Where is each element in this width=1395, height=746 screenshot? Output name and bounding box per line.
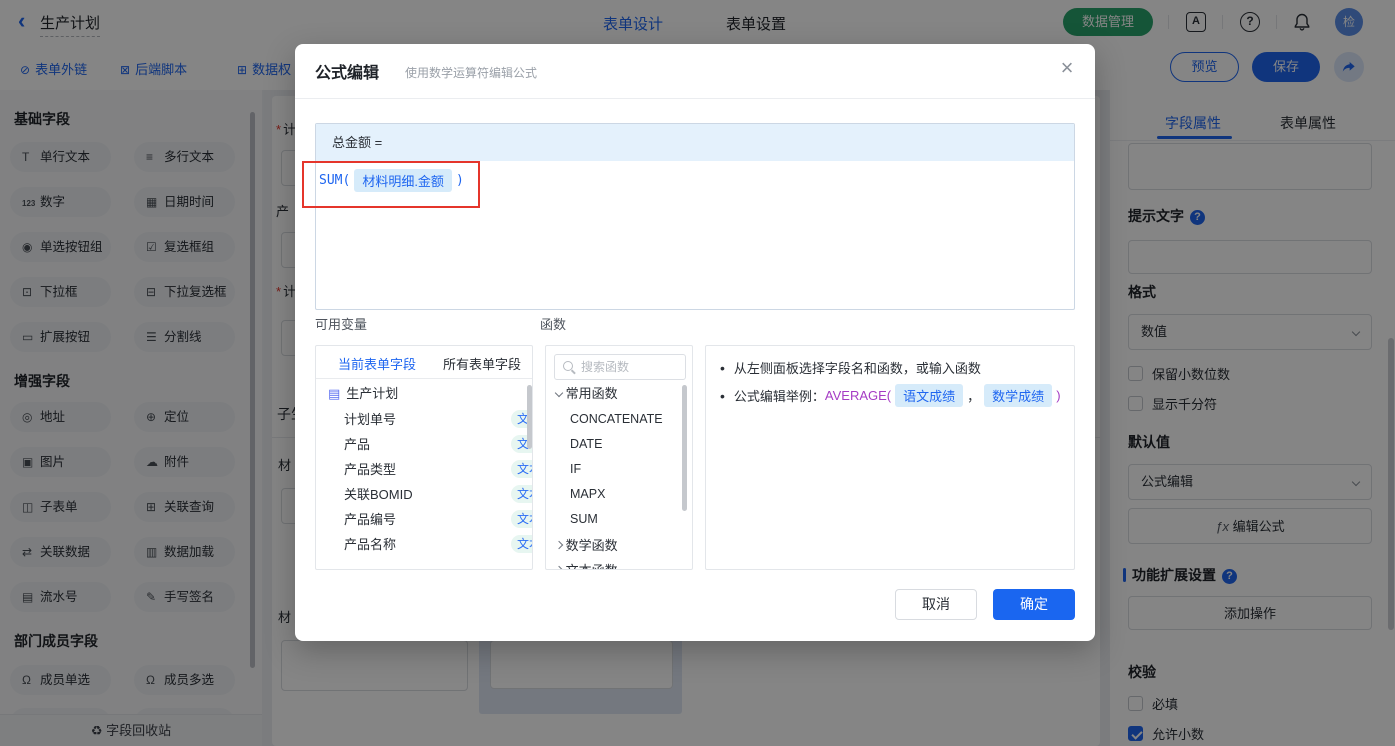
field-reference-chip[interactable]: 材料明细.金额 [354, 169, 452, 192]
variables-tabs: 当前表单字段 所有表单字段 [316, 346, 532, 379]
field-type-badge: 文本 [511, 510, 532, 528]
formula-result-label: 总金额 = [316, 124, 1074, 161]
dialog-subtitle: 使用数学运算符编辑公式 [405, 66, 538, 80]
variable-row[interactable]: 产品名称文本 [344, 532, 532, 557]
function-search-input[interactable]: 搜索函数 [554, 354, 686, 380]
formula-editor[interactable]: 总金额 = [315, 123, 1075, 310]
function-group-text[interactable]: 文本函数 [554, 558, 618, 569]
variable-row[interactable]: 产品编号文本 [344, 507, 532, 532]
field-type-badge: 文本 [511, 460, 532, 478]
function-group-common[interactable]: 常用函数 [554, 381, 618, 406]
function-item[interactable]: SUM [570, 507, 598, 532]
variables-label: 可用变量 [315, 317, 368, 332]
functions-panel: 搜索函数 常用函数 CONCATENATE DATE IF MAPX SUM 数… [545, 345, 693, 570]
function-group-math[interactable]: 数学函数 [554, 533, 618, 558]
formula-expression[interactable]: SUM(材料明细.金额) [319, 169, 464, 192]
dialog-title: 公式编辑 [315, 65, 380, 82]
formula-close-paren: ) [455, 173, 464, 188]
tab-current-form-fields[interactable]: 当前表单字段 [338, 354, 416, 373]
example-field-chip: 数学成绩 [984, 384, 1053, 407]
divider [295, 98, 1095, 99]
bullet-icon: • [720, 387, 725, 404]
tip-example-line: • 公式编辑举例： AVERAGE( 语文成绩 ， 数学成绩 ) [720, 384, 1061, 407]
tip-line: • 从左侧面板选择字段名和函数，或输入函数 [720, 359, 981, 377]
chevron-right-icon [554, 565, 564, 569]
functions-scrollbar[interactable] [682, 385, 687, 511]
variables-scrollbar[interactable] [527, 385, 532, 449]
variable-row[interactable]: 计划单号文本 [344, 407, 532, 432]
tab-all-form-fields[interactable]: 所有表单字段 [443, 354, 521, 373]
form-doc-icon: ▤ [328, 386, 341, 401]
close-icon[interactable]: × [1051, 52, 1083, 84]
variables-panel: 当前表单字段 所有表单字段 ▤生产计划 计划单号文本 产品文本 产品类型文本 关… [315, 345, 533, 570]
tips-panel: • 从左侧面板选择字段名和函数，或输入函数 • 公式编辑举例： AVERAGE(… [705, 345, 1075, 570]
variable-row[interactable]: 关联BOMID文本 [344, 482, 532, 507]
search-icon [563, 361, 576, 374]
function-item[interactable]: IF [570, 457, 581, 482]
example-close-paren: ) [1056, 388, 1061, 403]
bullet-icon: • [720, 359, 725, 376]
function-item[interactable]: MAPX [570, 482, 605, 507]
tree-root[interactable]: ▤ 生产计划 [328, 381, 398, 406]
cancel-button[interactable]: 取消 [895, 589, 977, 620]
field-type-badge: 文本 [511, 485, 532, 503]
example-function: AVERAGE( [824, 388, 892, 403]
chevron-down-icon [554, 388, 564, 398]
variable-row[interactable]: 产品文本 [344, 432, 532, 457]
chevron-right-icon [554, 540, 564, 550]
field-type-badge: 文本 [511, 535, 532, 553]
formula-function: SUM( [319, 173, 351, 188]
example-field-chip: 语文成绩 [895, 384, 964, 407]
function-item[interactable]: DATE [570, 432, 602, 457]
function-item[interactable]: CONCATENATE [570, 407, 663, 432]
functions-label: 函数 [540, 317, 567, 332]
formula-edit-dialog: 公式编辑 使用数学运算符编辑公式 × 总金额 = SUM(材料明细.金额) 可用… [295, 44, 1095, 641]
confirm-button[interactable]: 确定 [993, 589, 1075, 620]
variable-row[interactable]: 产品类型文本 [344, 457, 532, 482]
